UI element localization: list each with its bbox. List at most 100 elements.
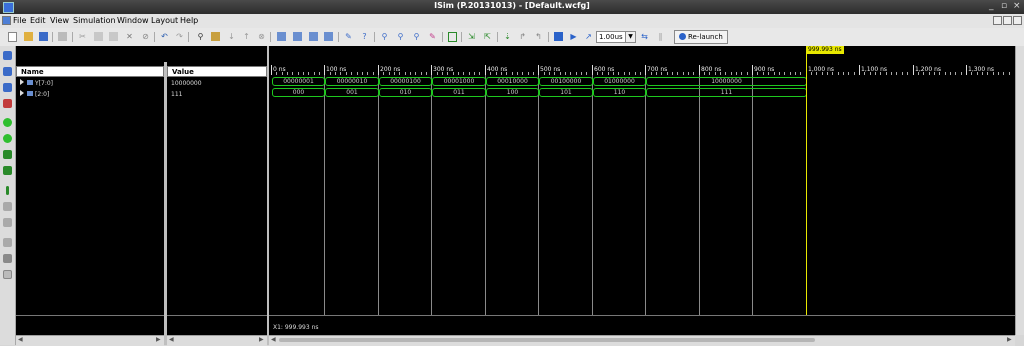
- expand-icon[interactable]: [20, 79, 24, 85]
- menu-view[interactable]: View: [50, 16, 69, 25]
- value-column-header[interactable]: Value: [167, 66, 267, 77]
- find-icon[interactable]: ⚲: [196, 32, 205, 41]
- goto-time0-icon[interactable]: [3, 118, 12, 127]
- menu-layout[interactable]: Layout: [151, 16, 178, 25]
- step-over-icon[interactable]: ⇱: [483, 32, 492, 41]
- zoom-in-icon[interactable]: [3, 51, 12, 60]
- signal_y-value-segment[interactable]: 00000010: [325, 77, 379, 86]
- signal_sel-value-segment[interactable]: 011: [432, 88, 486, 97]
- scroll-right-icon[interactable]: ▶: [156, 336, 161, 343]
- pin-icon[interactable]: ✎: [344, 32, 353, 41]
- stop-icon[interactable]: ⊗: [257, 32, 266, 41]
- swap-cursors-icon[interactable]: [3, 238, 12, 247]
- run-time-input[interactable]: 1.00us: [596, 31, 626, 43]
- help-icon[interactable]: ?: [360, 32, 369, 41]
- value-scrollbar[interactable]: ◀ ▶: [167, 335, 267, 346]
- signal_sel-value-segment[interactable]: 000: [272, 88, 325, 97]
- zoom-full-icon[interactable]: [3, 83, 12, 92]
- relaunch-button[interactable]: Re-launch: [674, 30, 728, 44]
- prev-transition-icon[interactable]: [3, 150, 12, 159]
- next-marker-icon[interactable]: [3, 218, 12, 227]
- menu-help[interactable]: Help: [180, 16, 198, 25]
- signal_y-value-segment[interactable]: 00100000: [539, 77, 593, 86]
- up-icon[interactable]: ↑: [242, 32, 251, 41]
- float-value-icon[interactable]: [3, 270, 12, 279]
- step-into-icon[interactable]: ⇲: [467, 32, 476, 41]
- maximize-button[interactable]: ▫: [1001, 1, 1007, 11]
- document-icon[interactable]: [2, 16, 11, 25]
- goto-end-icon[interactable]: [3, 134, 12, 143]
- mdi-close-icon[interactable]: [1013, 16, 1022, 25]
- signal_sel-value-segment[interactable]: 001: [325, 88, 379, 97]
- menu-file[interactable]: File: [13, 16, 26, 25]
- marker-icon[interactable]: ✎: [428, 32, 437, 41]
- name-scrollbar[interactable]: ◀ ▶: [16, 335, 164, 346]
- disable-icon[interactable]: ⊘: [141, 32, 150, 41]
- delete-icon[interactable]: ✕: [125, 32, 134, 41]
- cut-icon[interactable]: ✂: [78, 32, 87, 41]
- bookmark-icon[interactable]: [277, 32, 286, 41]
- signal_y-value-segment[interactable]: 00000001: [272, 77, 325, 86]
- zoom-cursor-icon[interactable]: [3, 99, 12, 108]
- pause-icon[interactable]: ∥: [656, 32, 665, 41]
- zoom-fit-icon[interactable]: ⚲: [412, 32, 421, 41]
- signal_y-value-segment[interactable]: 00010000: [486, 77, 539, 86]
- signal_y-value-segment[interactable]: 00000100: [379, 77, 432, 86]
- down-icon[interactable]: ↓: [227, 32, 236, 41]
- signal_y-value-segment[interactable]: 01000000: [593, 77, 646, 86]
- scroll-thumb[interactable]: [279, 338, 815, 342]
- prev-marker-icon[interactable]: [3, 202, 12, 211]
- signal-row-sel[interactable]: [2:0]: [20, 90, 49, 100]
- run-for-icon[interactable]: [554, 32, 563, 41]
- redo-icon[interactable]: ↷: [175, 32, 184, 41]
- zoom-out-icon[interactable]: [3, 67, 12, 76]
- time-cursor[interactable]: [806, 48, 807, 315]
- print-icon[interactable]: [58, 32, 67, 41]
- paste-wave-icon[interactable]: [448, 32, 457, 42]
- wave-vertical-scrollbar[interactable]: [1015, 46, 1024, 335]
- copy-icon[interactable]: [94, 32, 103, 41]
- mdi-float-icon[interactable]: [1003, 16, 1012, 25]
- signal-row-y[interactable]: Y[7:0]: [20, 79, 53, 89]
- zoom-out-icon[interactable]: ⚲: [396, 32, 405, 41]
- menu-edit[interactable]: Edit: [30, 16, 46, 25]
- signal_y-value-segment[interactable]: 00001000: [432, 77, 486, 86]
- minimize-button[interactable]: _: [989, 1, 994, 11]
- scroll-right-icon[interactable]: ▶: [1007, 336, 1012, 343]
- mdi-restore-icon[interactable]: [993, 16, 1002, 25]
- signal_y-value-segment[interactable]: 10000000: [646, 77, 807, 86]
- step-icon[interactable]: ▶: [569, 32, 578, 41]
- save-icon[interactable]: [39, 32, 48, 41]
- time-unit-icon[interactable]: ⇆: [640, 32, 649, 41]
- new-icon[interactable]: [8, 32, 17, 42]
- menu-window[interactable]: Window: [117, 16, 149, 25]
- menu-simulation[interactable]: Simulation: [73, 16, 116, 25]
- bookmark3-icon[interactable]: [309, 32, 318, 41]
- undo-icon[interactable]: ↶: [160, 32, 169, 41]
- next-transition-icon[interactable]: [3, 166, 12, 175]
- scroll-left-icon[interactable]: ◀: [169, 336, 174, 343]
- zoom-in-icon[interactable]: ⚲: [380, 32, 389, 41]
- close-button[interactable]: ×: [1013, 1, 1021, 11]
- bookmark2-icon[interactable]: [293, 32, 302, 41]
- scroll-right-icon[interactable]: ▶: [259, 336, 264, 343]
- scroll-left-icon[interactable]: ◀: [271, 336, 276, 343]
- signal_sel-value-segment[interactable]: 111: [646, 88, 807, 97]
- snap-icon[interactable]: [3, 254, 12, 263]
- name-column-header[interactable]: Name: [16, 66, 164, 77]
- break-icon[interactable]: ↗: [584, 32, 593, 41]
- paste-icon[interactable]: [109, 32, 118, 41]
- add-marker-icon[interactable]: [6, 186, 9, 195]
- expand-icon[interactable]: [20, 90, 24, 96]
- signal_sel-value-segment[interactable]: 101: [539, 88, 593, 97]
- wave-scrollbar[interactable]: ◀ ▶: [269, 335, 1015, 346]
- open-icon[interactable]: [24, 32, 33, 41]
- waveform-area[interactable]: 0 ns 100 ns 200 ns 300 ns 400 ns 500 ns 600 ns…: [269, 46, 1015, 315]
- signal_sel-value-segment[interactable]: 010: [379, 88, 432, 97]
- find-replace-icon[interactable]: [211, 32, 220, 41]
- bookmark4-icon[interactable]: [324, 32, 333, 41]
- run-time-dropdown[interactable]: ▼: [625, 31, 636, 43]
- restart-icon[interactable]: ⇣: [503, 32, 512, 41]
- signal_sel-value-segment[interactable]: 100: [486, 88, 539, 97]
- signal_sel-value-segment[interactable]: 110: [593, 88, 646, 97]
